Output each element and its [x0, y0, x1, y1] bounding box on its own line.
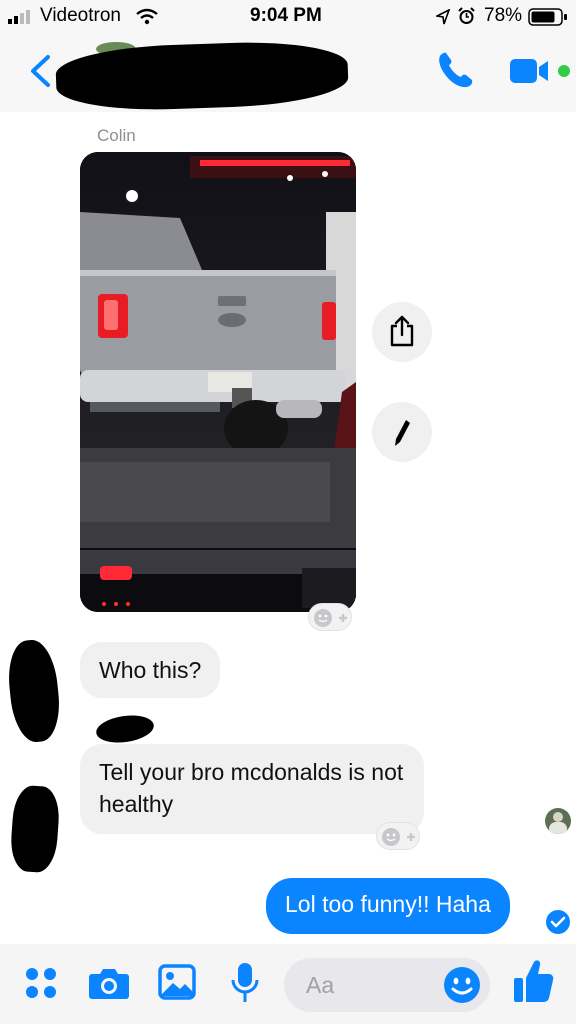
- image-icon[interactable]: [158, 964, 196, 1000]
- message-bubble-incoming[interactable]: Who this?: [80, 642, 221, 698]
- emoji-icon[interactable]: [443, 966, 481, 1004]
- sender-name: Colin: [97, 126, 136, 145]
- status-time: 9:04 PM: [250, 5, 322, 26]
- status-bar: Videotron 9:04 PM 78%: [0, 0, 576, 36]
- share-button[interactable]: [372, 302, 432, 362]
- back-chevron-icon[interactable]: [28, 54, 52, 88]
- add-reaction-icon: [382, 828, 415, 846]
- carrier-name: Videotron: [40, 5, 121, 26]
- location-arrow-icon: [436, 9, 450, 25]
- battery-icon: [528, 8, 567, 26]
- redacted-avatar: [4, 637, 64, 745]
- wifi-icon: [136, 8, 158, 25]
- thumbs-up-icon[interactable]: [512, 958, 554, 1004]
- message-bubble-outgoing[interactable]: Lol too funny!! Haha: [266, 878, 510, 934]
- read-receipt-icon: [546, 910, 570, 934]
- add-reaction-button[interactable]: [308, 603, 352, 631]
- edit-photo-button[interactable]: [372, 402, 432, 462]
- camera-icon[interactable]: [88, 966, 130, 1000]
- composer-bar: Aa: [0, 944, 576, 1024]
- phone-icon[interactable]: [436, 50, 476, 92]
- seen-by-avatar: [545, 808, 571, 834]
- alarm-icon: [458, 7, 475, 24]
- apps-icon[interactable]: [24, 966, 58, 1000]
- conversation-header: [0, 36, 576, 114]
- share-icon: [390, 315, 414, 347]
- signal-icon: [8, 10, 30, 24]
- redacted-avatar: [9, 784, 61, 874]
- battery-percent: 78%: [484, 5, 523, 26]
- redacted-scribble: [94, 712, 156, 746]
- add-reaction-icon: [314, 609, 347, 627]
- photo-truck-at-gas-station: [80, 152, 356, 612]
- add-reaction-button[interactable]: [376, 822, 420, 850]
- pencil-icon: [395, 420, 410, 446]
- shared-photo[interactable]: [80, 152, 356, 612]
- message-input-placeholder: Aa: [306, 972, 335, 998]
- microphone-icon[interactable]: [230, 962, 260, 1004]
- message-bubble-incoming[interactable]: Tell your bro mcdonalds is not healthy: [80, 744, 424, 834]
- online-status-dot: [558, 65, 570, 77]
- video-camera-icon[interactable]: [510, 56, 556, 86]
